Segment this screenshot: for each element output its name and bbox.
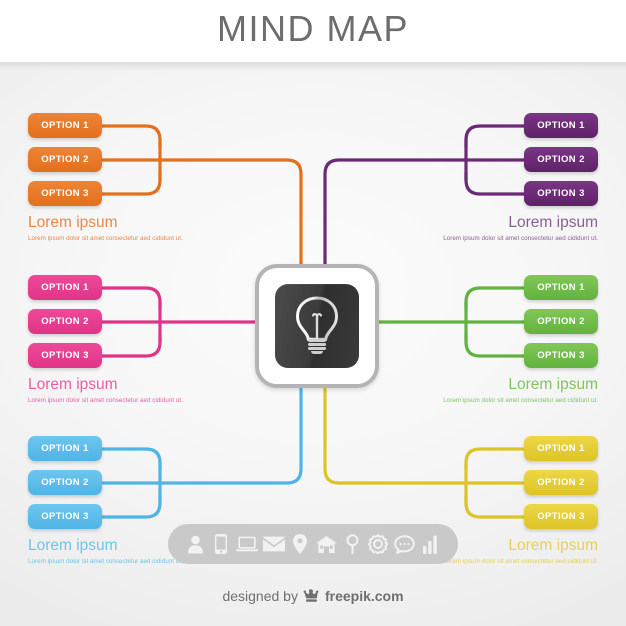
caption-heading: Lorem ipsum xyxy=(508,376,598,393)
wire-green xyxy=(369,286,526,358)
option-pill[interactable]: OPTION 1 xyxy=(524,113,598,138)
caption-heading: Lorem ipsum xyxy=(508,214,598,231)
mobile-phone-icon[interactable] xyxy=(210,532,232,556)
option-pill[interactable]: OPTION 2 xyxy=(524,309,598,334)
caption-heading: Lorem ipsum xyxy=(28,214,118,231)
option-label: OPTION 2 xyxy=(537,477,585,488)
option-pill[interactable]: OPTION 2 xyxy=(28,147,102,172)
icon-bar xyxy=(168,524,458,564)
balloon-pin-icon[interactable] xyxy=(341,532,363,556)
option-pill[interactable]: OPTION 3 xyxy=(28,343,102,368)
central-node[interactable] xyxy=(255,264,379,388)
option-pill[interactable]: OPTION 2 xyxy=(524,470,598,495)
option-label: OPTION 2 xyxy=(537,316,585,327)
option-pill[interactable]: OPTION 3 xyxy=(28,181,102,206)
branch-caption: Lorem ipsum Lorem ipsum dolor sit amet c… xyxy=(418,376,598,406)
laptop-icon[interactable] xyxy=(236,532,259,556)
option-label: OPTION 3 xyxy=(537,350,585,361)
bar-chart-icon[interactable] xyxy=(420,532,442,556)
branch-caption: Lorem ipsum Lorem ipsum dolor sit amet c… xyxy=(28,376,208,406)
central-node-tile xyxy=(275,284,359,368)
mind-map-canvas: MIND MAP OPTION 1 OPTION 2 OPTION 3 Lore… xyxy=(0,0,626,626)
option-label: OPTION 3 xyxy=(41,350,89,361)
option-pill[interactable]: OPTION 3 xyxy=(524,343,598,368)
wire-pink xyxy=(100,286,257,358)
option-pill[interactable]: OPTION 1 xyxy=(28,113,102,138)
option-pill[interactable]: OPTION 2 xyxy=(28,309,102,334)
page-header: MIND MAP xyxy=(0,0,626,71)
home-icon[interactable] xyxy=(315,532,337,556)
option-pill[interactable]: OPTION 2 xyxy=(28,470,102,495)
option-label: OPTION 2 xyxy=(537,154,585,165)
freepik-crown-icon xyxy=(303,589,319,602)
caption-subtext: Lorem ipsum dolor sit amet consectetur a… xyxy=(443,235,598,243)
option-pill[interactable]: OPTION 3 xyxy=(28,504,102,529)
footer-brand: freepik.com xyxy=(324,588,404,604)
map-pin-icon[interactable] xyxy=(289,532,311,556)
option-label: OPTION 3 xyxy=(537,188,585,199)
chat-bubble-icon[interactable] xyxy=(394,532,416,556)
option-pill[interactable]: OPTION 1 xyxy=(28,275,102,300)
option-label: OPTION 1 xyxy=(41,282,89,293)
option-pill[interactable]: OPTION 3 xyxy=(524,504,598,529)
option-label: OPTION 1 xyxy=(537,282,585,293)
caption-subtext: Lorem ipsum dolor sit amet consectetur a… xyxy=(28,235,183,243)
footer-prefix: designed by xyxy=(222,588,298,604)
option-pill[interactable]: OPTION 1 xyxy=(524,275,598,300)
option-label: OPTION 2 xyxy=(41,477,89,488)
option-label: OPTION 1 xyxy=(41,120,89,131)
footer-credit: designed by freepik.com xyxy=(0,588,626,604)
branch-caption: Lorem ipsum Lorem ipsum dolor sit amet c… xyxy=(418,214,598,244)
user-icon[interactable] xyxy=(184,532,206,556)
option-label: OPTION 1 xyxy=(537,120,585,131)
caption-subtext: Lorem ipsum dolor sit amet consectetur a… xyxy=(443,397,598,405)
gear-icon[interactable] xyxy=(367,532,389,556)
option-label: OPTION 3 xyxy=(41,188,89,199)
option-pill[interactable]: OPTION 3 xyxy=(524,181,598,206)
caption-heading: Lorem ipsum xyxy=(28,376,118,393)
option-label: OPTION 2 xyxy=(41,316,89,327)
option-label: OPTION 2 xyxy=(41,154,89,165)
option-pill[interactable]: OPTION 1 xyxy=(28,436,102,461)
branch-caption: Lorem ipsum Lorem ipsum dolor sit amet c… xyxy=(28,214,208,244)
option-label: OPTION 1 xyxy=(41,443,89,454)
caption-subtext: Lorem ipsum dolor sit amet consectetur a… xyxy=(28,397,183,405)
option-pill[interactable]: OPTION 2 xyxy=(524,147,598,172)
option-pill[interactable]: OPTION 1 xyxy=(524,436,598,461)
option-label: OPTION 1 xyxy=(537,443,585,454)
option-label: OPTION 3 xyxy=(41,511,89,522)
envelope-icon[interactable] xyxy=(262,532,285,556)
page-title: MIND MAP xyxy=(217,8,409,49)
lightbulb-icon xyxy=(295,296,339,354)
option-label: OPTION 3 xyxy=(537,511,585,522)
